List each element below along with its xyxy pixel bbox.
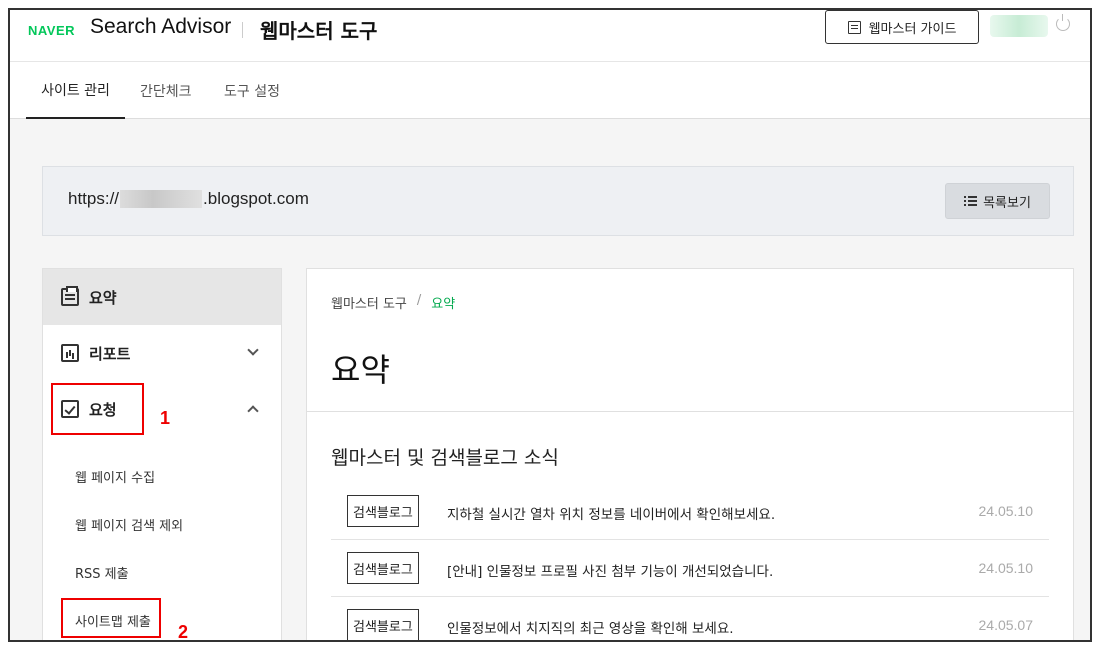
sidebar: 요약 리포트 요청 웹 페이지 수집 웹 페이지 검색 제외 RSS 제출 사이…: [42, 268, 282, 640]
guide-button-label: 웹마스터 가이드: [868, 21, 957, 37]
annotation-label-1: 1: [160, 408, 171, 428]
news-text[interactable]: 인물정보에서 치지직의 최근 영상을 확인해 보세요.: [447, 617, 734, 637]
divider: [307, 411, 1073, 412]
breadcrumb-separator: /: [416, 293, 422, 308]
news-tag-badge: 검색블로그: [347, 552, 419, 584]
clipboard-icon: [61, 286, 79, 306]
news-item[interactable]: 검색블로그 인물정보에서 치지직의 최근 영상을 확인해 보세요. 24.05.…: [331, 597, 1049, 640]
header-divider: [242, 22, 243, 38]
main-panel: 웹마스터 도구 / 요약 요약 웹마스터 및 검색블로그 소식 검색블로그 지하…: [306, 268, 1074, 640]
news-tag-badge: 검색블로그: [347, 609, 419, 640]
annotation-label-2: 2: [178, 622, 189, 642]
sidebar-item-label: 리포트: [89, 344, 131, 363]
sidebar-subitem-page-exclude[interactable]: 웹 페이지 검색 제외: [75, 515, 183, 534]
sidebar-item-label: 요약: [89, 288, 117, 307]
annotation-box-1: [51, 383, 144, 435]
naver-logo[interactable]: NAVER: [28, 23, 75, 38]
breadcrumb-current: 요약: [431, 297, 456, 312]
sidebar-subitem-page-collect[interactable]: 웹 페이지 수집: [75, 467, 155, 486]
chevron-up-icon: [247, 405, 259, 417]
page-title: 요약: [331, 351, 390, 389]
browser-frame: NAVER Search Advisor 웹마스터 도구 웹마스터 가이드 사이…: [8, 8, 1092, 642]
news-item[interactable]: 검색블로그 [안내] 인물정보 프로필 사진 첨부 기능이 개선되었습니다. 2…: [331, 540, 1049, 597]
tab-simple-check[interactable]: 간단체크: [140, 62, 192, 119]
url-blurred-part: [120, 190, 203, 208]
news-date: 24.05.10: [978, 503, 1034, 519]
list-button-label: 목록보기: [983, 195, 1031, 211]
book-icon: [847, 20, 861, 34]
webmaster-tool-title[interactable]: 웹마스터 도구: [260, 15, 377, 44]
news-item[interactable]: 검색블로그 지하철 실시간 열차 위치 정보를 네이버에서 확인해보세요. 24…: [331, 483, 1049, 540]
list-icon: [964, 196, 978, 206]
tab-tool-settings[interactable]: 도구 설정: [224, 62, 280, 119]
sidebar-subitem-rss-submit[interactable]: RSS 제출: [75, 563, 129, 582]
power-icon[interactable]: [1056, 14, 1070, 31]
user-name-blurred[interactable]: [990, 15, 1048, 37]
tab-site-management[interactable]: 사이트 관리: [26, 62, 125, 119]
search-advisor-brand[interactable]: Search Advisor: [90, 15, 231, 39]
url-suffix: .blogspot.com: [203, 189, 309, 208]
news-text[interactable]: [안내] 인물정보 프로필 사진 첨부 기능이 개선되었습니다.: [447, 560, 773, 580]
annotation-box-2: [61, 598, 161, 638]
breadcrumb: 웹마스터 도구 / 요약: [331, 293, 455, 312]
news-section-title: 웹마스터 및 검색블로그 소식: [331, 447, 559, 469]
chevron-down-icon: [247, 344, 259, 356]
site-url: https:// .blogspot.com: [68, 189, 309, 209]
webmaster-guide-button[interactable]: 웹마스터 가이드: [825, 10, 979, 44]
sidebar-item-report[interactable]: 리포트: [43, 325, 281, 381]
view-list-button[interactable]: 목록보기: [945, 183, 1050, 219]
top-header: NAVER Search Advisor 웹마스터 도구 웹마스터 가이드: [10, 10, 1090, 62]
sidebar-item-summary[interactable]: 요약: [43, 269, 281, 325]
news-tag-badge: 검색블로그: [347, 495, 419, 527]
main-nav: 사이트 관리 간단체크 도구 설정: [10, 62, 1090, 119]
news-date: 24.05.07: [978, 617, 1034, 633]
breadcrumb-root[interactable]: 웹마스터 도구: [331, 293, 407, 312]
news-date: 24.05.10: [978, 560, 1034, 576]
url-prefix: https://: [68, 189, 120, 208]
site-url-bar: https:// .blogspot.com 목록보기: [42, 166, 1074, 236]
news-text[interactable]: 지하철 실시간 열차 위치 정보를 네이버에서 확인해보세요.: [447, 503, 775, 523]
chart-icon: [61, 344, 79, 362]
